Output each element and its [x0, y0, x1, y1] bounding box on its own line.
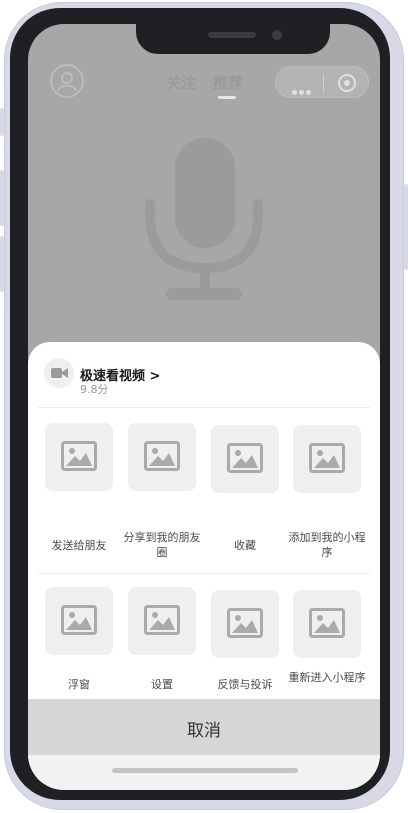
image-placeholder-icon — [144, 441, 180, 471]
divider — [38, 573, 370, 574]
home-indicator[interactable] — [112, 768, 298, 773]
app-rating: 9.8分 — [80, 383, 109, 396]
notch — [136, 24, 330, 54]
image-placeholder-icon — [227, 443, 263, 473]
close-target-icon[interactable] — [338, 74, 356, 92]
more-dots-icon[interactable] — [292, 80, 314, 95]
send-to-friend-button[interactable] — [45, 423, 113, 491]
feedback-complaint-button[interactable] — [211, 590, 279, 658]
image-placeholder-icon — [227, 608, 263, 638]
floating-window-button[interactable] — [45, 587, 113, 655]
favorite-button[interactable] — [211, 425, 279, 493]
cancel-label: 取消 — [187, 721, 221, 741]
speaker — [208, 32, 256, 38]
mini-program-capsule — [275, 66, 369, 98]
video-camera-icon — [44, 358, 74, 388]
side-button — [0, 108, 4, 136]
image-placeholder-icon — [61, 441, 97, 471]
tab-recommend[interactable]: 推荐 — [213, 72, 243, 93]
tab-follow[interactable]: 关注 — [166, 72, 196, 93]
add-to-my-mini-programs-button[interactable] — [293, 425, 361, 493]
send-to-friend-label: 发送给朋友 — [51, 539, 107, 552]
side-button — [0, 170, 4, 226]
add-to-my-mini-programs-label: 添加到我的小程序 — [288, 531, 366, 559]
share-to-moments-button[interactable] — [128, 423, 196, 491]
reenter-mini-program-button[interactable] — [293, 590, 361, 658]
screen: 关注 推荐 极速看视频 > 9.8分 发送给朋友 分享到我的朋友圈 收藏 添加到… — [28, 24, 380, 790]
image-placeholder-icon — [144, 605, 180, 635]
settings-label: 设置 — [151, 678, 173, 691]
share-to-moments-label: 分享到我的朋友圈 — [123, 531, 201, 559]
side-button — [404, 184, 408, 270]
image-placeholder-icon — [309, 608, 345, 638]
microphone-icon — [145, 138, 263, 300]
divider — [38, 407, 370, 408]
reenter-mini-program-label: 重新进入小程序 — [288, 671, 366, 684]
feedback-complaint-label: 反馈与投诉 — [217, 678, 273, 691]
settings-button[interactable] — [128, 587, 196, 655]
avatar-icon[interactable] — [50, 64, 84, 98]
image-placeholder-icon — [61, 605, 97, 635]
cancel-button[interactable]: 取消 — [28, 699, 380, 755]
side-button — [0, 236, 4, 292]
front-camera — [272, 30, 282, 40]
favorite-label: 收藏 — [234, 539, 256, 552]
image-placeholder-icon — [309, 443, 345, 473]
capsule-divider — [323, 74, 324, 92]
active-tab-indicator — [218, 96, 236, 99]
floating-window-label: 浮窗 — [68, 678, 90, 691]
